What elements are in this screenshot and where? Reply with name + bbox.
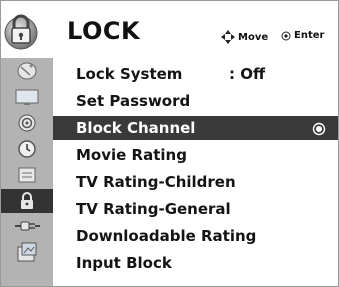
sidebar-item-channel[interactable] — [6, 60, 48, 82]
menu-item-label: Downloadable Rating — [76, 227, 257, 245]
menu-item-label: Movie Rating — [76, 146, 187, 164]
sidebar-item-usb[interactable] — [6, 241, 48, 263]
menu-item-label: Set Password — [76, 92, 191, 110]
option-box-icon — [18, 167, 36, 183]
menu-item-input-block[interactable]: Input Block — [53, 251, 338, 275]
menu-item-label: TV Rating-Children — [76, 173, 236, 191]
move-hint-label: Move — [238, 31, 269, 43]
menu-item-lock-system[interactable]: Lock System : Off — [53, 62, 338, 86]
sidebar-item-option[interactable] — [6, 164, 48, 186]
category-sidebar — [1, 58, 53, 286]
menu-item-label: TV Rating-General — [76, 200, 231, 218]
enter-button-icon — [281, 31, 291, 40]
lock-menu-list: Lock System : Off Set Password Block Cha… — [53, 58, 338, 286]
sidebar-item-lock[interactable] — [1, 189, 53, 213]
sidebar-item-time[interactable] — [6, 138, 48, 160]
sidebar-item-picture[interactable] — [6, 86, 48, 108]
menu-item-label: Input Block — [76, 254, 172, 272]
speaker-icon — [18, 114, 36, 132]
menu-item-value: : Off — [229, 65, 266, 83]
menu-header: LOCK Move Enter — [1, 1, 338, 58]
input-plug-icon — [15, 221, 40, 231]
usb-photo-icon — [17, 242, 37, 262]
lock-menu-window: LOCK Move Enter Lock System: Off Set Pa… — [0, 0, 339, 287]
menu-item-movie-rating[interactable]: Movie Rating — [53, 143, 338, 167]
menu-item-block-channel[interactable]: Block Channel — [53, 116, 338, 140]
move-hint: Move — [221, 30, 268, 44]
page-title: LOCK — [67, 17, 141, 45]
menu-item-tv-rating-general[interactable]: TV Rating-General — [53, 197, 338, 221]
enter-hint-label: Enter — [294, 30, 325, 41]
lock-icon — [3, 9, 39, 51]
sidebar-item-audio[interactable] — [6, 112, 48, 134]
enter-hint: Enter — [281, 30, 324, 41]
menu-item-set-password[interactable]: Set Password — [53, 89, 338, 113]
lock-icon — [21, 192, 33, 209]
selected-radio-icon — [312, 122, 326, 136]
tv-screen-icon — [15, 89, 39, 105]
dpad-arrows-icon — [221, 30, 235, 44]
menu-item-downloadable-rating[interactable]: Downloadable Rating — [53, 224, 338, 248]
menu-item-tv-rating-children[interactable]: TV Rating-Children — [53, 170, 338, 194]
clock-icon — [18, 140, 36, 158]
menu-item-label: Block Channel — [76, 119, 196, 137]
menu-item-label: Lock System — [76, 65, 183, 83]
satellite-dish-icon — [17, 62, 37, 80]
sidebar-item-input[interactable] — [6, 215, 48, 237]
